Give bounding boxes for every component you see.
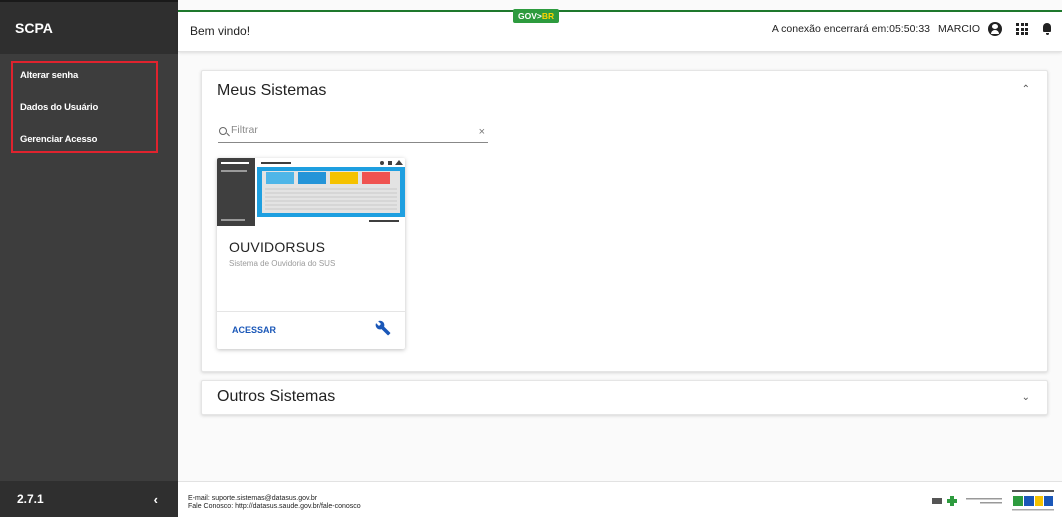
acessar-button[interactable]: ACESSAR [232,325,276,335]
sidebar-item-alterar-senha[interactable]: Alterar senha [20,70,78,81]
session-timer: A conexão encerrará em:05:50:33 [771,23,930,35]
version-label: 2.7.1 [17,492,44,506]
card-footer: ACESSAR [217,311,405,349]
ministerio-da-saude-logo [966,498,1002,504]
system-thumbnail-image [217,158,405,226]
apps-grid-icon[interactable] [1016,23,1028,35]
footer-logos [932,490,1054,512]
bell-icon[interactable] [1042,23,1052,35]
sidebar-footer: 2.7.1 ‹ [0,481,178,517]
support-email[interactable]: E-mail: suporte.sistemas@datasus.gov.br [188,495,361,503]
expand-chevron-icon[interactable]: ⌄ [1022,392,1030,403]
meus-sistemas-panel: Meus Sistemas ⌃ × [201,70,1048,372]
collapse-chevron-icon[interactable]: ⌃ [1022,84,1030,95]
filter-field: × [218,123,488,143]
card-title: OUVIDORSUS [229,239,326,255]
governo-federal-logo [1012,490,1054,511]
header-actions: A conexão encerrará em:05:50:33 MARCIO [772,22,1052,36]
sidebar: SCPA Alterar senha Dados do Usuário Gere… [0,0,178,517]
sus-logo [932,496,957,506]
sidebar-item-dados-usuario[interactable]: Dados do Usuário [20,102,98,113]
wrench-icon[interactable] [375,320,391,336]
sidebar-menu-highlight: Alterar senha Dados do Usuário Gerenciar… [11,61,158,153]
clear-filter-icon[interactable]: × [479,126,485,138]
welcome-text: Bem vindo! [190,24,251,38]
user-name[interactable]: MARCIO [938,23,980,35]
contact-link[interactable]: Fale Conosco: http://datasus.saude.gov.b… [188,503,361,511]
govbr-logo: GOV>BR [513,9,560,23]
top-bar: Bem vindo! GOV>BR A conexão encerrará em… [178,9,1062,52]
system-card-ouvidorsus[interactable]: OUVIDORSUS Sistema de Ouvidoria do SUS A… [217,158,405,349]
outros-sistemas-title[interactable]: Outros Sistemas [217,388,335,406]
filter-input[interactable] [231,124,471,136]
user-icon[interactable] [988,22,1002,36]
sidebar-item-gerenciar-acesso[interactable]: Gerenciar Acesso [20,134,97,145]
app-title: SCPA [0,0,178,54]
outros-sistemas-panel[interactable]: Outros Sistemas ⌄ [201,380,1048,415]
page-footer: E-mail: suporte.sistemas@datasus.gov.br … [178,481,1062,517]
meus-sistemas-title[interactable]: Meus Sistemas [217,82,326,100]
card-subtitle: Sistema de Ouvidoria do SUS [229,259,336,268]
footer-contact: E-mail: suporte.sistemas@datasus.gov.br … [188,495,361,511]
search-icon [219,127,227,135]
collapse-sidebar-button[interactable]: ‹ [154,492,158,507]
